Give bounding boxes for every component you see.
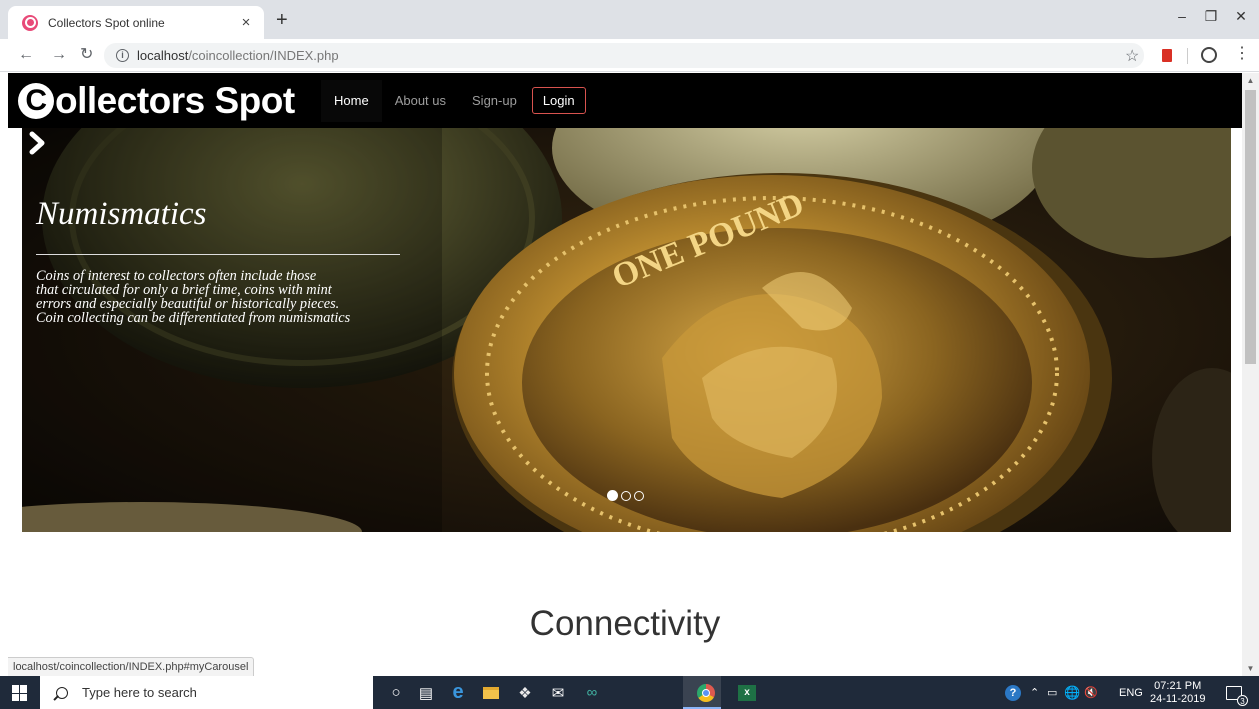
- main-nav: Home About us Sign-up Login: [321, 73, 586, 128]
- tray-expand-icon[interactable]: ⌃: [1030, 676, 1039, 709]
- scroll-down-icon[interactable]: ▼: [1242, 661, 1259, 676]
- taskbar-clock[interactable]: 07:21 PM 24-11-2019: [1150, 680, 1205, 706]
- restore-icon[interactable]: ❐: [1201, 8, 1221, 25]
- site-info-icon[interactable]: i: [116, 49, 129, 62]
- bookmark-star-icon[interactable]: ☆: [1125, 46, 1139, 66]
- caption-divider: [36, 254, 400, 255]
- page-viewport: C ollectors Spot Home About us Sign-up L…: [8, 73, 1242, 676]
- carousel-indicators: [607, 490, 644, 501]
- section-heading: Connectivity: [529, 604, 721, 643]
- search-icon: [56, 686, 68, 699]
- url-text: localhost/coincollection/INDEX.php: [137, 48, 339, 63]
- help-icon[interactable]: ?: [1005, 676, 1021, 709]
- scrollbar-thumb[interactable]: [1245, 90, 1256, 364]
- tab-title: Collectors Spot online: [48, 15, 165, 30]
- cortana-icon[interactable]: ○: [386, 683, 406, 702]
- address-bar[interactable]: i localhost/coincollection/INDEX.php: [104, 43, 1144, 68]
- browser-tab-active[interactable]: Collectors Spot online ×: [8, 6, 264, 39]
- windows-start-icon[interactable]: [12, 685, 28, 701]
- language-indicator[interactable]: ENG: [1119, 676, 1143, 709]
- link-status-bar: localhost/coincollection/INDEX.php#myCar…: [8, 657, 255, 676]
- site-logo[interactable]: C ollectors Spot: [18, 73, 295, 128]
- network-icon[interactable]: 🌐: [1064, 676, 1080, 709]
- arduino-icon[interactable]: ∞: [582, 683, 602, 702]
- scroll-up-icon[interactable]: ▲: [1242, 73, 1259, 88]
- extension-icon[interactable]: [1162, 49, 1172, 62]
- tab-close-icon[interactable]: ×: [238, 14, 254, 31]
- forward-arrow-icon[interactable]: →: [51, 46, 67, 64]
- excel-icon[interactable]: x: [737, 683, 757, 702]
- task-view-icon[interactable]: ▤: [416, 683, 436, 702]
- carousel-indicator-3[interactable]: [634, 490, 644, 501]
- logo-text: ollectors Spot: [55, 79, 295, 121]
- dropbox-icon[interactable]: ❖: [515, 683, 535, 702]
- file-explorer-icon[interactable]: [481, 683, 501, 702]
- taskbar-search[interactable]: Type here to search: [40, 676, 373, 709]
- taskbar-search-placeholder: Type here to search: [82, 685, 197, 700]
- logo-initial: C: [18, 82, 54, 119]
- carousel-indicator-1[interactable]: [607, 490, 618, 501]
- carousel-next-chevron-icon[interactable]: [22, 128, 52, 158]
- notification-count-badge: 3: [1237, 694, 1248, 706]
- hero-carousel: ONE POUND Numismatics Coins of interest …: [22, 128, 1231, 532]
- nav-home[interactable]: Home: [321, 79, 382, 122]
- nav-about-us[interactable]: About us: [382, 80, 459, 122]
- chrome-active-highlight: [683, 676, 721, 709]
- profile-icon[interactable]: [1201, 47, 1217, 63]
- volume-muted-icon[interactable]: 🔇: [1084, 676, 1098, 709]
- nav-sign-up[interactable]: Sign-up: [459, 80, 530, 122]
- battery-icon[interactable]: ▭: [1047, 676, 1057, 709]
- browser-menu-icon[interactable]: ⋮: [1234, 45, 1250, 63]
- new-tab-button[interactable]: +: [276, 10, 288, 30]
- carousel-caption: Numismatics Coins of interest to collect…: [36, 194, 402, 325]
- reload-icon[interactable]: ↻: [80, 46, 93, 64]
- page-scrollbar[interactable]: ▲ ▼: [1242, 73, 1259, 676]
- close-window-icon[interactable]: ✕: [1231, 8, 1251, 25]
- edge-browser-icon[interactable]: e: [448, 681, 468, 703]
- back-arrow-icon[interactable]: ←: [18, 46, 34, 64]
- notifications-icon[interactable]: 3: [1226, 676, 1248, 709]
- toolbar-divider: [1187, 48, 1188, 64]
- minimize-icon[interactable]: –: [1172, 8, 1192, 24]
- windows-taskbar: Type here to search ○ ▤ e ❖ ✉ ∞ x ? ⌃ ▭ …: [0, 676, 1259, 709]
- login-button[interactable]: Login: [531, 87, 586, 114]
- mail-icon[interactable]: ✉: [548, 683, 568, 702]
- site-navbar: C ollectors Spot Home About us Sign-up L…: [8, 73, 1242, 128]
- carousel-caption-text: Coins of interest to collectors often in…: [36, 268, 351, 326]
- browser-tabstrip: Collectors Spot online × + – ❐ ✕: [0, 0, 1259, 39]
- site-favicon-icon: [22, 14, 38, 31]
- carousel-caption-title: Numismatics: [36, 196, 207, 232]
- carousel-indicator-2[interactable]: [621, 490, 631, 501]
- carousel-coin-image: ONE POUND: [22, 128, 1231, 532]
- browser-toolbar: ← → ↻ i localhost/coincollection/INDEX.p…: [0, 39, 1259, 72]
